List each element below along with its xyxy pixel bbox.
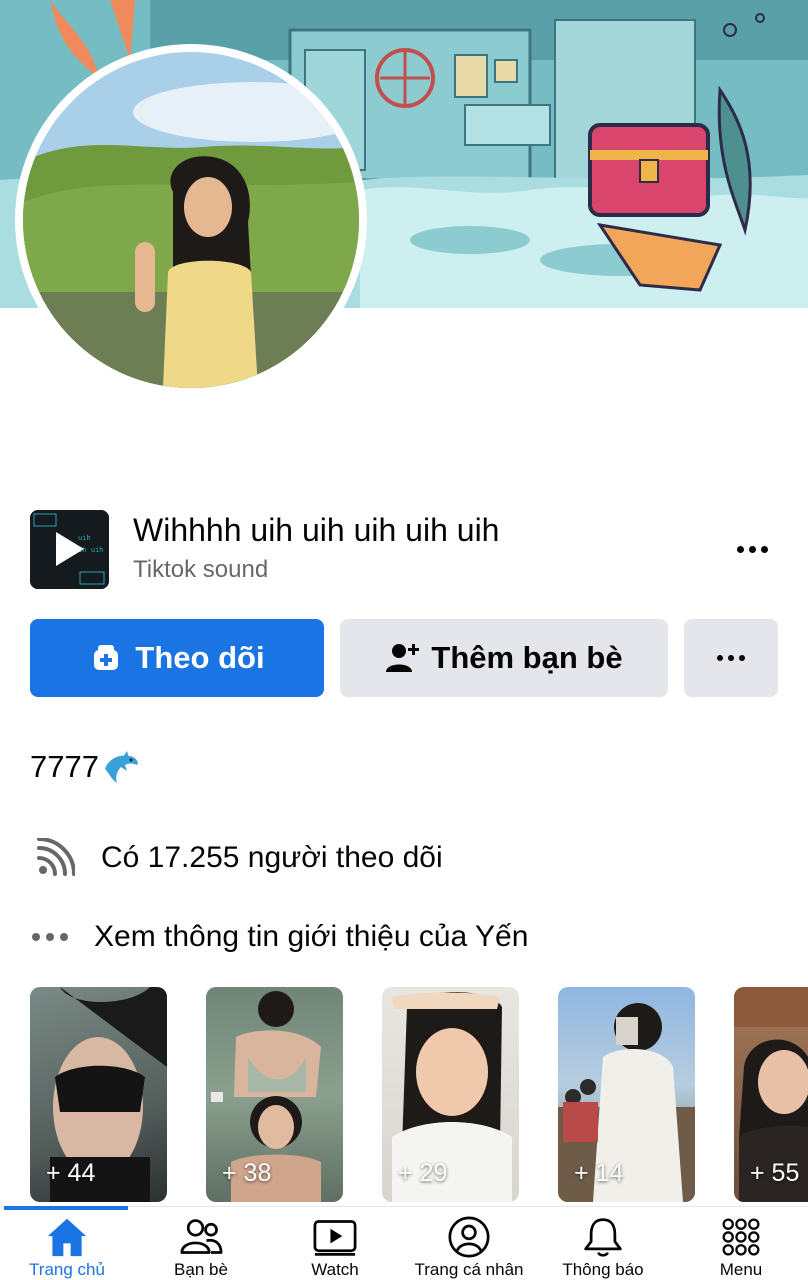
more-dots-icon bbox=[30, 912, 70, 962]
tab-label: Watch bbox=[311, 1260, 359, 1279]
song-title[interactable]: Wihhhh uih uih uih uih uih bbox=[133, 512, 499, 549]
profile-more-button[interactable] bbox=[684, 619, 778, 697]
dot-icon bbox=[748, 545, 756, 553]
photo-count: + 55 bbox=[750, 1159, 800, 1187]
friends-icon bbox=[180, 1219, 223, 1254]
photo-count: + 44 bbox=[46, 1159, 96, 1187]
tab-home[interactable]: Trang chủ bbox=[0, 1210, 134, 1280]
tab-menu[interactable]: Menu bbox=[674, 1210, 808, 1280]
profile-icon bbox=[448, 1216, 490, 1258]
dot-icon bbox=[760, 545, 768, 553]
profile-song-row[interactable]: uih uih uih Wihhhh uih uih uih uih uih T… bbox=[30, 508, 780, 590]
follow-icon bbox=[94, 645, 119, 670]
tab-friends[interactable]: Bạn bè bbox=[134, 1210, 268, 1280]
follow-label: Theo dõi bbox=[135, 640, 265, 675]
dot-icon bbox=[736, 545, 744, 553]
home-icon bbox=[47, 1218, 87, 1257]
dolphin-icon bbox=[104, 751, 138, 783]
profile-avatar[interactable] bbox=[15, 44, 367, 396]
menu-grid-icon bbox=[722, 1218, 760, 1256]
about-row[interactable]: Xem thông tin giới thiệu của Yến bbox=[30, 912, 528, 962]
watch-icon bbox=[313, 1220, 357, 1256]
dot-icon bbox=[728, 655, 734, 661]
featured-photos-strip: + 44 + 38 + 29 + 14 + 55 bbox=[30, 987, 808, 1202]
tab-profile[interactable]: Trang cá nhân bbox=[402, 1210, 536, 1280]
add-friend-button[interactable]: Thêm bạn bè bbox=[340, 619, 668, 697]
song-more-options-button[interactable] bbox=[732, 534, 772, 564]
avatar-photo bbox=[23, 52, 359, 388]
tab-label: Trang chủ bbox=[29, 1260, 105, 1279]
tab-label: Thông báo bbox=[562, 1260, 644, 1279]
add-friend-label: Thêm bạn bè bbox=[431, 640, 623, 675]
tab-notifications[interactable]: Thông báo bbox=[536, 1210, 670, 1280]
svg-text:uih: uih bbox=[78, 534, 91, 542]
followers-count-text: Có 17.255 người theo dõi bbox=[101, 841, 443, 874]
dot-icon bbox=[717, 655, 723, 661]
follow-button[interactable]: Theo dõi bbox=[30, 619, 324, 697]
photo-count: + 29 bbox=[398, 1159, 448, 1187]
followers-row[interactable]: Có 17.255 người theo dõi bbox=[30, 833, 443, 883]
featured-photo-card[interactable]: + 44 bbox=[30, 987, 167, 1202]
bio-text: 7777 bbox=[30, 749, 99, 784]
tab-label: Trang cá nhân bbox=[414, 1260, 524, 1279]
about-link-text: Xem thông tin giới thiệu của Yến bbox=[94, 920, 529, 953]
bell-icon bbox=[584, 1218, 622, 1257]
song-cover-thumbnail[interactable]: uih uih uih bbox=[30, 510, 109, 589]
photo-count: + 38 bbox=[222, 1159, 272, 1187]
dot-icon bbox=[739, 655, 745, 661]
featured-photo-card[interactable]: + 55 bbox=[734, 987, 808, 1202]
rss-follow-icon bbox=[30, 833, 80, 883]
photo-count: + 14 bbox=[574, 1159, 624, 1187]
tab-label: Menu bbox=[719, 1260, 763, 1279]
song-source: Tiktok sound bbox=[133, 556, 269, 583]
featured-photo-card[interactable]: + 38 bbox=[206, 987, 343, 1202]
tab-watch[interactable]: Watch bbox=[268, 1210, 402, 1280]
add-friend-icon bbox=[386, 644, 420, 672]
featured-photo-card[interactable]: + 14 bbox=[558, 987, 695, 1202]
profile-bio: 7777 🐬 bbox=[30, 745, 141, 789]
featured-photo-card[interactable]: + 29 bbox=[382, 987, 519, 1202]
tab-label: Bạn bè bbox=[174, 1260, 228, 1279]
